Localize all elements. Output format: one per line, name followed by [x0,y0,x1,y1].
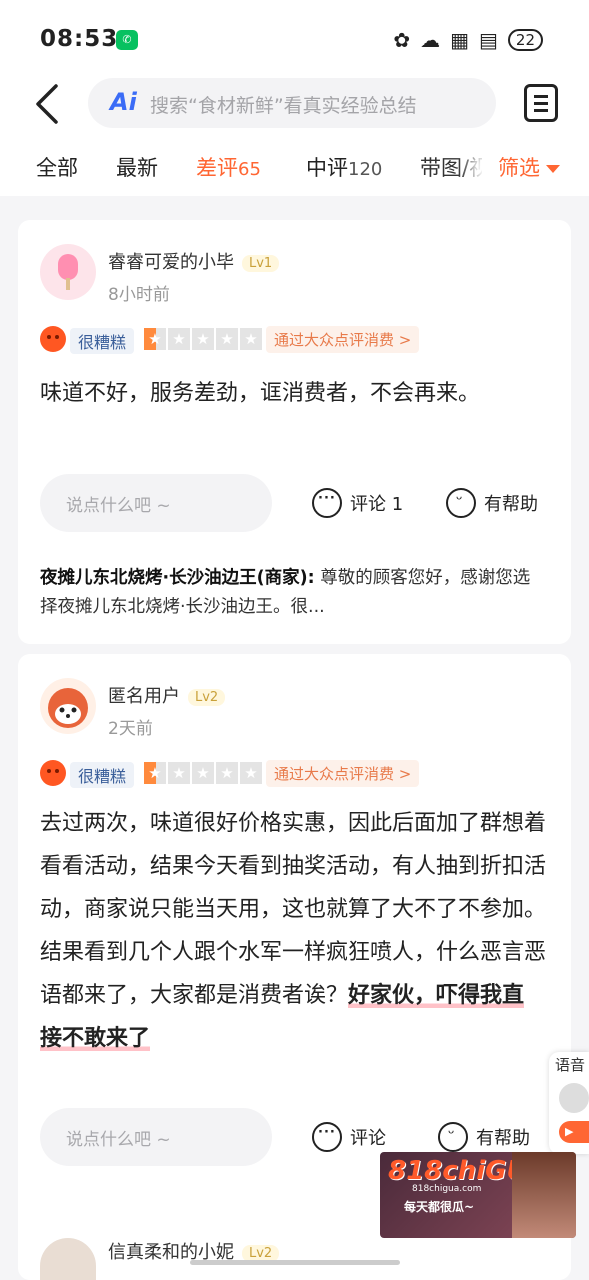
flower-icon: ✿ [393,28,411,52]
ad-slogan: 每天都很瓜~ [404,1200,475,1214]
level-badge: Lv2 [188,688,226,706]
avatar[interactable] [40,678,96,734]
tab-count: 120 [348,159,383,180]
comment-icon [312,1122,342,1152]
search-bar[interactable]: Ai 搜索“食材新鲜”看真实经验总结 [88,78,496,128]
star-icon: ★ [192,328,214,350]
merchant-reply[interactable]: 夜摊儿东北烧烤·长沙油边王(商家): 尊敬的顾客您好，感谢您选择夜摊儿东北烧烤·… [40,564,546,622]
star-icon: ★ [216,328,238,350]
ai-icon: Ai [110,88,137,116]
star-rating: ★ ★ ★ ★ ★ [144,328,262,350]
red-panda-avatar-icon [48,688,88,728]
tab-label: 中评 [306,156,348,180]
wechat-icon: ✆ [116,30,138,50]
helpful-label: 有帮助 [484,494,538,515]
top-bar: Ai 搜索“食材新鲜”看真实经验总结 [0,78,589,134]
username-text: 睿睿可爱的小毕 [108,252,234,273]
battery-badge: 22 [507,29,543,51]
star-icon: ★ [240,328,262,350]
search-placeholder: 搜索“食材新鲜”看真实经验总结 [150,95,417,117]
tab-with-media[interactable]: 带图/视 [420,152,490,182]
ad-photo [512,1152,576,1238]
reply-author: 夜摊儿东北烧烤·长沙油边王(商家): [40,568,315,588]
status-icons: ✿ ☁ ▦ ▤ 22 [393,28,543,52]
status-bar: 08:53 ✆ ✿ ☁ ▦ ▤ 22 [0,0,589,80]
wifi-icon: ▤ [479,28,498,52]
tab-label: 全部 [36,156,78,180]
verified-consumption-link[interactable]: 通过大众点评消费 > [266,760,420,787]
popsicle-avatar-icon [58,254,78,290]
review-body: 去过两次，味道很好价格实惠，因此后面加了群想着看看活动，结果今天看到抽奖活动，有… [40,811,547,1008]
review-card: 睿睿可爱的小毕 Lv1 8小时前 很糟糕 ★ ★ ★ ★ ★ 通过大众点评消费 >… [18,220,571,644]
verified-consumption-link[interactable]: 通过大众点评消费 > [266,326,420,353]
play-icon[interactable]: ▶ [559,1121,589,1143]
tab-all[interactable]: 全部 [36,152,78,182]
avatar[interactable] [40,244,96,300]
app-notification-icon: ☁ [420,28,441,52]
star-icon: ★ [168,328,190,350]
filter-button[interactable]: 筛选 [482,152,589,184]
voice-avatar [559,1083,589,1113]
star-icon: ★ [216,762,238,784]
signal-icon: ▦ [450,28,469,52]
review-time: 2天前 [108,719,153,739]
comment-icon [312,488,342,518]
action-row: 说点什么吧 ~ 评论 1 有帮助 [40,474,560,532]
review-text[interactable]: 味道不好，服务差劲，诓消费者，不会再来。 [40,372,546,415]
tab-label: 最新 [116,156,158,180]
rating-row: 很糟糕 ★ ★ ★ ★ ★ 通过大众点评消费 > [40,758,560,788]
level-badge: Lv1 [242,254,280,272]
tab-count: 65 [238,159,261,180]
watermark-ad: 818chiGUA 818chigua.com 每天都很瓜~ [380,1152,576,1238]
angry-face-icon [40,326,66,352]
rating-row: 很糟糕 ★ ★ ★ ★ ★ 通过大众点评消费 > [40,324,560,354]
star-rating: ★ ★ ★ ★ ★ [144,762,262,784]
review-list: 睿睿可爱的小毕 Lv1 8小时前 很糟糕 ★ ★ ★ ★ ★ 通过大众点评消费 >… [0,196,589,1280]
comment-button[interactable]: 评论 1 [312,488,403,518]
star-icon: ★ [240,762,262,784]
comment-input[interactable]: 说点什么吧 ~ [40,474,272,532]
dropdown-triangle-icon [546,165,560,173]
username[interactable]: 睿睿可爱的小毕 Lv1 [108,248,280,274]
star-icon: ★ [144,762,166,784]
star-icon: ★ [168,762,190,784]
home-indicator [190,1260,400,1265]
tab-label: 带图/视 [420,156,490,180]
rating-label: 很糟糕 [70,328,135,354]
helpful-label: 有帮助 [476,1128,530,1149]
star-icon: ★ [192,762,214,784]
tab-newest[interactable]: 最新 [116,152,158,182]
angry-face-icon [40,760,66,786]
smile-icon [446,488,476,518]
username[interactable]: 匿名用户 Lv2 [108,682,226,708]
smile-icon [438,1122,468,1152]
comment-button[interactable]: 评论 [312,1122,386,1152]
tab-negative[interactable]: 差评65 [196,152,261,182]
menu-list-icon[interactable] [524,84,558,122]
helpful-button[interactable]: 有帮助 [446,488,538,518]
voice-widget[interactable]: 语音 ▶ [549,1052,589,1154]
ad-domain: 818chigua.com [412,1184,482,1194]
helpful-button[interactable]: 有帮助 [438,1122,530,1152]
status-time: 08:53 [40,26,119,52]
star-icon: ★ [144,328,166,350]
review-text[interactable]: 去过两次，味道很好价格实惠，因此后面加了群想着看看活动，结果今天看到抽奖活动，有… [40,802,546,1060]
comment-input[interactable]: 说点什么吧 ~ [40,1108,272,1166]
comment-label: 评论 [350,1128,386,1149]
filter-label: 筛选 [498,156,540,180]
voice-label: 语音 [555,1056,586,1074]
rating-label: 很糟糕 [70,762,135,788]
comment-label: 评论 1 [350,494,404,515]
back-arrow-icon[interactable] [30,82,70,126]
level-badge: Lv2 [242,1244,280,1262]
username-text: 匿名用户 [108,686,180,707]
tab-label: 差评 [196,156,238,180]
tab-neutral[interactable]: 中评120 [306,152,382,182]
review-time: 8小时前 [108,285,170,305]
filter-tabs: 全部 最新 差评65 中评120 带图/视 筛选 [0,140,589,194]
